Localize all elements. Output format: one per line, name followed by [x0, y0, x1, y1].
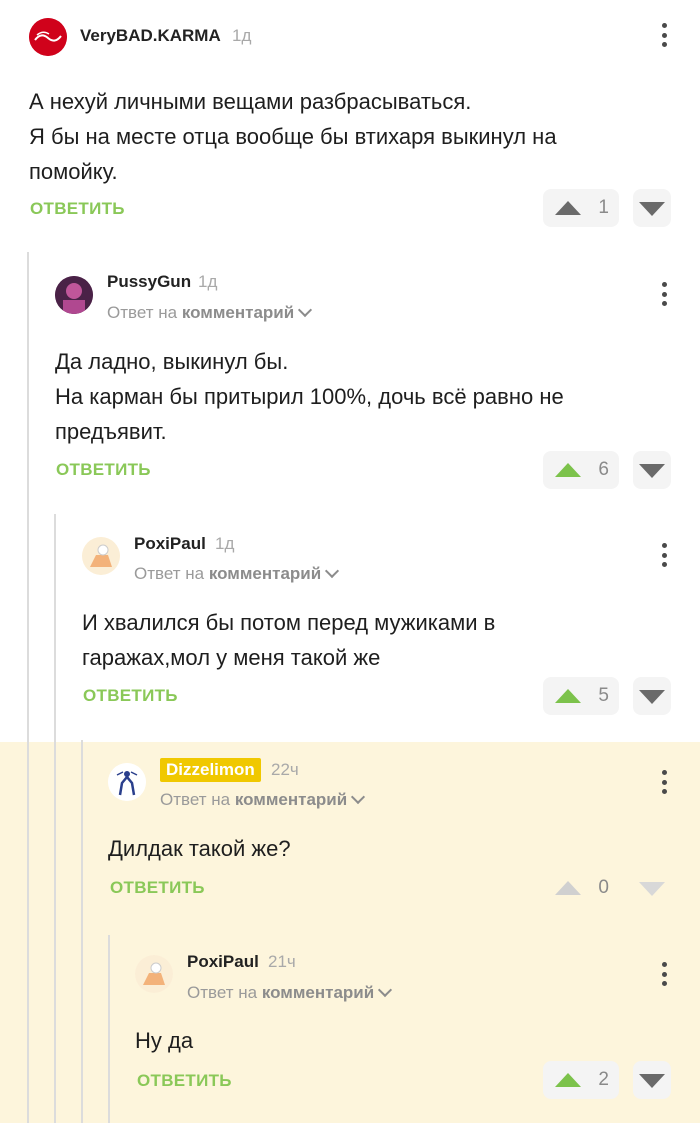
downvote-button[interactable]	[633, 677, 671, 715]
downvote-button[interactable]	[633, 189, 671, 227]
comment-text: Да ладно, выкинул бы. На карман бы приты…	[55, 349, 564, 444]
more-options-icon[interactable]	[661, 962, 667, 986]
upvote-button[interactable]: 1	[543, 189, 619, 227]
reply-button[interactable]: ОТВЕТИТЬ	[30, 199, 125, 219]
upvote-arrow-icon	[555, 689, 581, 703]
reply-button[interactable]: ОТВЕТИТЬ	[83, 686, 178, 706]
reply-to-link[interactable]: Ответ на комментарий	[187, 982, 393, 1003]
vote-count: 6	[598, 459, 609, 480]
avatar[interactable]	[135, 955, 173, 993]
reply-button[interactable]: ОТВЕТИТЬ	[110, 878, 205, 898]
thread-line	[81, 740, 83, 1123]
username[interactable]: PoxiPaul	[187, 952, 259, 972]
coca-cola-logo-icon	[29, 18, 67, 56]
reply-to-link[interactable]: Ответ на комментарий	[160, 789, 366, 810]
comment-time: 1д	[198, 272, 218, 291]
thread-line	[54, 514, 56, 1123]
comment-text: Ну да	[135, 1028, 194, 1053]
downvote-button[interactable]	[633, 451, 671, 489]
vote-count: 5	[598, 685, 609, 706]
upvote-button[interactable]: 5	[543, 677, 619, 715]
comment-time: 22ч	[271, 760, 299, 779]
comment-text: А нехуй личными вещами разбрасываться. Я…	[29, 89, 557, 184]
downvote-arrow-icon	[639, 464, 665, 478]
more-options-icon[interactable]	[661, 282, 667, 306]
downvote-arrow-icon	[639, 1074, 665, 1088]
downvote-arrow-icon	[639, 690, 665, 704]
avatar-image-icon	[82, 537, 120, 575]
avatar[interactable]	[29, 18, 67, 56]
upvote-button[interactable]: 0	[543, 869, 619, 907]
downvote-arrow-icon	[639, 882, 665, 896]
downvote-arrow-icon	[639, 202, 665, 216]
more-options-icon[interactable]	[661, 770, 667, 794]
upvote-arrow-icon	[555, 1073, 581, 1087]
more-options-icon[interactable]	[661, 543, 667, 567]
username-badge[interactable]: Dizzelimon	[160, 758, 261, 782]
chevron-down-icon	[298, 302, 313, 318]
reply-to-link[interactable]: Ответ на комментарий	[107, 302, 313, 323]
upvote-button[interactable]: 2	[543, 1061, 619, 1099]
upvote-arrow-icon	[555, 463, 581, 477]
avatar[interactable]	[108, 763, 146, 801]
avatar-image-icon	[135, 955, 173, 993]
vote-count: 1	[598, 197, 609, 218]
comment-time: 21ч	[268, 952, 296, 971]
downvote-button[interactable]	[633, 869, 671, 907]
avatar[interactable]	[82, 537, 120, 575]
comment-text: Дилдак такой же?	[108, 836, 291, 861]
comment-time: 1д	[232, 26, 252, 45]
upvote-button[interactable]: 6	[543, 451, 619, 489]
thread-line	[27, 252, 29, 1123]
comment-time: 1д	[215, 534, 235, 553]
vote-count: 0	[598, 877, 609, 898]
reply-button[interactable]: ОТВЕТИТЬ	[137, 1071, 232, 1091]
avatar-image-icon	[108, 763, 146, 801]
chevron-down-icon	[351, 789, 366, 805]
upvote-arrow-icon	[555, 881, 581, 895]
thread-line	[108, 935, 110, 1123]
chevron-down-icon	[325, 563, 340, 579]
username[interactable]: PoxiPaul	[134, 534, 206, 554]
reply-button[interactable]: ОТВЕТИТЬ	[56, 460, 151, 480]
username[interactable]: VeryBAD.KARMA	[80, 26, 221, 46]
downvote-button[interactable]	[633, 1061, 671, 1099]
vote-count: 2	[598, 1069, 609, 1090]
chevron-down-icon	[378, 982, 393, 998]
more-options-icon[interactable]	[661, 23, 667, 47]
comment-text: И хвалился бы потом перед мужиками в гар…	[82, 610, 496, 670]
avatar[interactable]	[55, 276, 93, 314]
reply-to-link[interactable]: Ответ на комментарий	[134, 563, 340, 584]
upvote-arrow-icon	[555, 201, 581, 215]
username[interactable]: PussyGun	[107, 272, 191, 292]
avatar-image-icon	[55, 276, 93, 314]
